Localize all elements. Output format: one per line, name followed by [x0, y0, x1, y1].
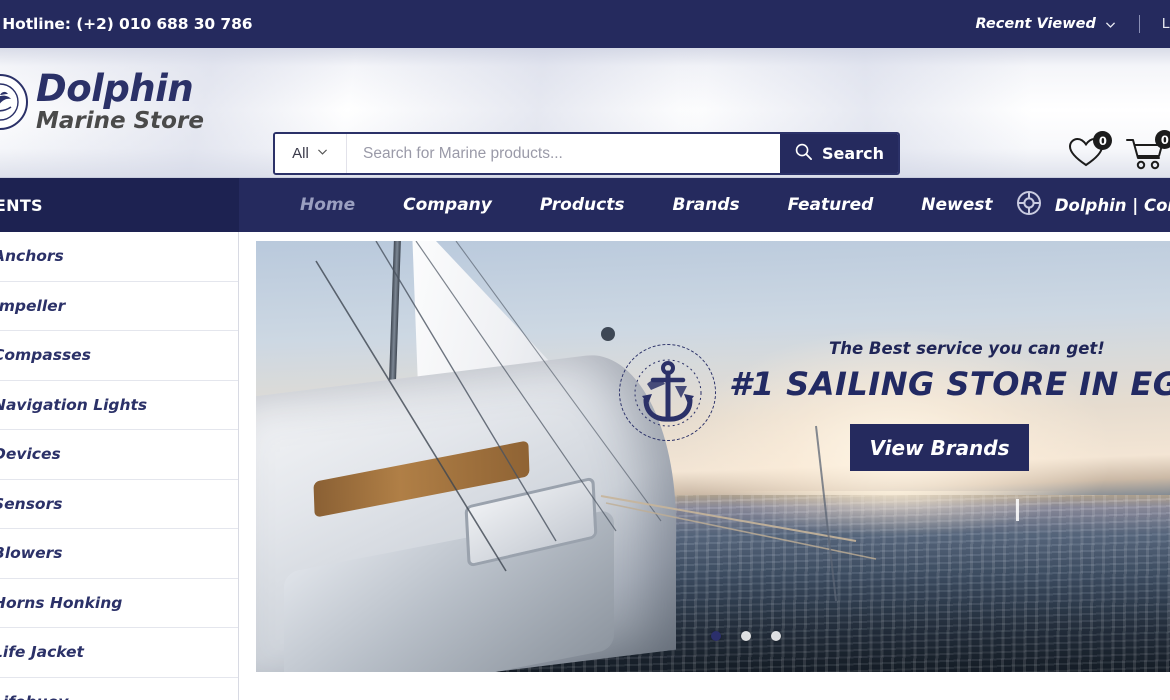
- sidebar-item-label: Life Jacket: [0, 643, 84, 662]
- hotline-text: g Hotline: (+2) 010 688 30 786: [0, 15, 253, 33]
- sidebar-item-navigation-lights[interactable]: Navigation Lights: [0, 381, 238, 430]
- sidebar-item-sensors[interactable]: Sensors: [0, 480, 238, 529]
- sidebar-item-anchors[interactable]: Anchors: [0, 232, 238, 282]
- nav-contact-link[interactable]: Dolphin | Contac: [1016, 178, 1170, 232]
- sidebar-item-blowers[interactable]: Blowers: [0, 529, 238, 579]
- nav-item-newest[interactable]: Newest: [921, 195, 992, 215]
- sidebar-item-compasses[interactable]: Compasses: [0, 331, 238, 381]
- chevron-down-icon: [316, 145, 329, 162]
- logo-primary-text: Dolphin: [36, 67, 194, 110]
- hero-title: #1 SAILING STORE IN EGYPT: [729, 365, 1170, 403]
- sidebar-item-impeller[interactable]: Impeller: [0, 282, 238, 331]
- view-brands-button[interactable]: View Brands: [850, 424, 1029, 471]
- category-menu-label: EQUIPMENTS: [0, 195, 43, 215]
- nav-contact-label: Dolphin | Contac: [1054, 195, 1170, 215]
- topbar-left-group: g Hotline: (+2) 010 688 30 786: [0, 0, 253, 48]
- category-menu-button[interactable]: EQUIPMENTS: [0, 178, 239, 232]
- search-input[interactable]: [347, 134, 780, 173]
- search-bar: All Search: [273, 132, 900, 175]
- carousel-dot-3[interactable]: [771, 631, 781, 641]
- carousel-dots: [711, 631, 781, 641]
- sidebar-item-label: Compasses: [0, 346, 91, 365]
- logo-secondary-text: Marine Store: [36, 108, 204, 134]
- category-sidebar: Anchors Impeller Compasses Navigation Li…: [0, 232, 239, 700]
- sidebar-item-label: Impeller: [0, 296, 66, 315]
- nav-item-products[interactable]: Products: [540, 195, 625, 215]
- top-utility-bar: g Hotline: (+2) 010 688 30 786 Recent Vi…: [0, 0, 1170, 48]
- wishlist-count-badge: 0: [1093, 131, 1113, 151]
- content-below-hero: [256, 680, 1170, 700]
- wishlist-button[interactable]: 0: [1068, 131, 1113, 174]
- page-viewport: g Hotline: (+2) 010 688 30 786 Recent Vi…: [0, 0, 1170, 700]
- sidebar-item-life-jacket[interactable]: Life Jacket: [0, 628, 238, 678]
- search-category-dropdown[interactable]: All: [275, 134, 347, 173]
- chevron-down-icon: [1104, 18, 1117, 31]
- sidebar-item-label: Anchors: [0, 247, 64, 266]
- login-register-link[interactable]: Login Or R: [1162, 16, 1170, 32]
- recent-viewed-dropdown[interactable]: Recent Viewed: [975, 16, 1116, 32]
- anchor-emblem-icon: [619, 344, 716, 441]
- nav-links: Home Company Products Brands Featured Ne…: [300, 178, 993, 232]
- sidebar-item-horns-honking[interactable]: Horns Honking: [0, 579, 238, 628]
- sidebar-item-label: Navigation Lights: [0, 395, 148, 414]
- topbar-right-group: Recent Viewed Login Or R: [975, 0, 1170, 48]
- main-navigation-bar: EQUIPMENTS Home Company Products Brands …: [0, 178, 1170, 232]
- search-button-label: Search: [822, 144, 884, 163]
- nav-item-brands[interactable]: Brands: [672, 195, 739, 215]
- search-button[interactable]: Search: [780, 134, 898, 173]
- sidebar-item-label: Horns Honking: [0, 593, 123, 612]
- topbar-divider: [1138, 15, 1140, 33]
- search-icon: [794, 142, 813, 165]
- hero-tagline: The Best service you can get!: [829, 339, 1105, 358]
- recent-viewed-label: Recent Viewed: [975, 16, 1096, 32]
- hero-content: The Best service you can get! #1 SAILING…: [256, 241, 1170, 672]
- cart-count-badge: 0: [1155, 130, 1170, 150]
- dolphin-circle-logo-icon: [0, 73, 28, 130]
- sidebar-item-label: Blowers: [0, 544, 63, 563]
- carousel-dot-2[interactable]: [741, 631, 751, 641]
- nav-item-home[interactable]: Home: [300, 195, 355, 215]
- sidebar-item-label: Devices: [0, 445, 61, 464]
- cart-icon: [1126, 139, 1166, 174]
- nav-item-company[interactable]: Company: [403, 195, 492, 215]
- carousel-dot-1[interactable]: [711, 631, 721, 641]
- sidebar-item-lifebuoy[interactable]: Lifebuoy: [0, 678, 238, 700]
- lifebuoy-icon: [1016, 190, 1042, 221]
- search-category-label: All: [292, 145, 309, 162]
- sidebar-item-label: Sensors: [0, 494, 63, 513]
- nav-item-featured[interactable]: Featured: [788, 195, 874, 215]
- site-logo[interactable]: Dolphin Marine Store: [0, 70, 204, 133]
- hero-carousel: The Best service you can get! #1 SAILING…: [256, 241, 1170, 672]
- heart-icon: [1068, 138, 1104, 173]
- sidebar-item-devices[interactable]: Devices: [0, 430, 238, 480]
- cart-button[interactable]: 0: [1126, 130, 1170, 175]
- logo-text-block: Dolphin Marine Store: [36, 70, 204, 133]
- header-actions: 0 0 Mar EGP: [1068, 130, 1170, 178]
- sidebar-item-label: Lifebuoy: [0, 693, 68, 700]
- site-header: Dolphin Marine Store All Search for Mari…: [0, 48, 1170, 178]
